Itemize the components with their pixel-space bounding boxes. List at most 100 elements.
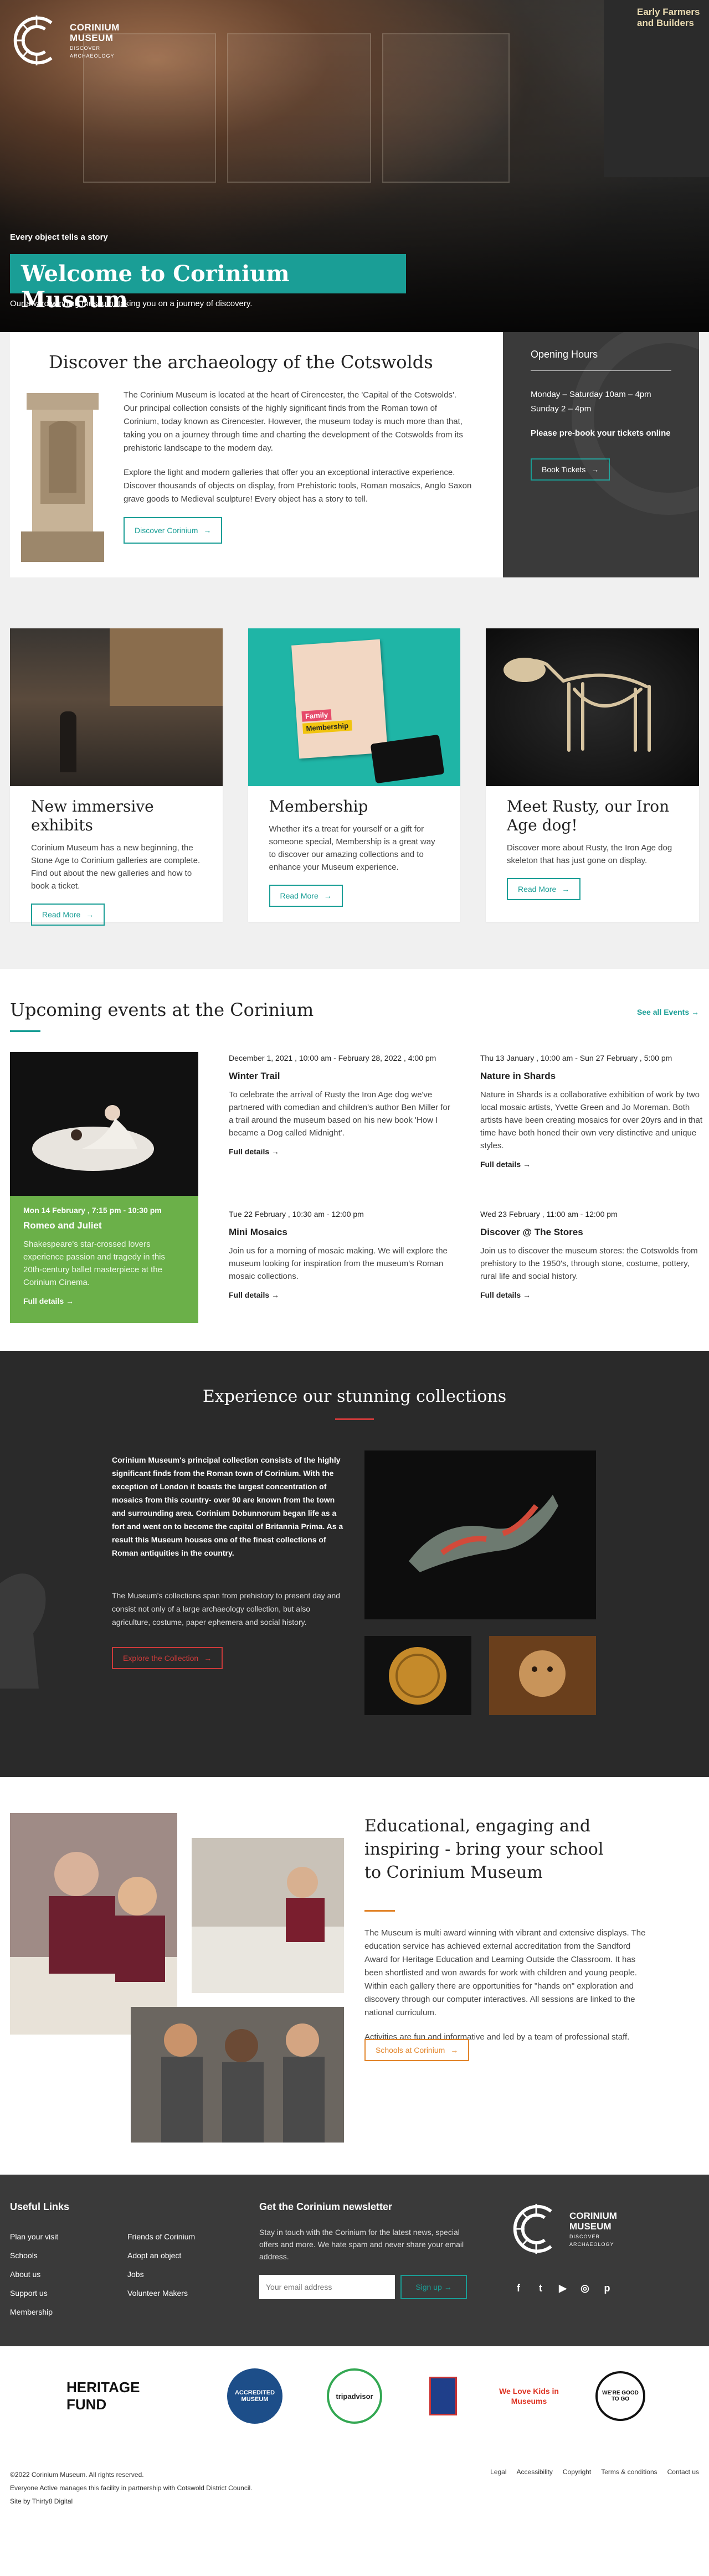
read-more-button[interactable]: Read More → [269, 885, 343, 907]
event-date: Mon 14 February , 7:15 pm - 10:30 pm [23, 1206, 162, 1215]
contact-link[interactable]: Contact us [667, 2468, 699, 2476]
event-item: Tue 22 February , 10:30 am - 12:00 pm Mi… [229, 1208, 456, 1300]
logo-tagline2: ARCHAEOLOGY [70, 53, 115, 59]
arrow-right-icon: → [444, 2283, 452, 2291]
footer-link-membership[interactable]: Membership [10, 2303, 58, 2321]
mosaic-image[interactable] [489, 1636, 596, 1715]
event-text: To celebrate the arrival of Rusty the Ir… [229, 1090, 450, 1138]
discover-corinium-button[interactable]: Discover Corinium → [124, 517, 223, 544]
display-case [382, 33, 510, 183]
logo-tagline1: DISCOVER [70, 45, 101, 51]
collections-section: Experience our stunning collections Cori… [0, 1351, 709, 1777]
site-logo[interactable]: CORINIUM MUSEUM DISCOVER ARCHAEOLOGY [10, 10, 120, 71]
footer-links-col2: Friends of Corinium Adopt an object Jobs… [127, 2227, 195, 2303]
arrow-right-icon: → [271, 1147, 280, 1156]
footer-link-about[interactable]: About us [10, 2265, 58, 2284]
arrow-right-icon: → [323, 891, 332, 900]
legal-link[interactable]: Legal [490, 2468, 506, 2476]
full-details-link[interactable]: Full details → [229, 1147, 279, 1156]
logo-name-line2: MUSEUM [70, 33, 114, 43]
exhibits-image [10, 628, 223, 786]
footer-link-support[interactable]: Support us [10, 2284, 58, 2303]
school-activity-photo [192, 1838, 344, 1993]
tripadvisor-logo: tripadvisor [321, 2368, 388, 2424]
arrow-right-icon: → [86, 910, 94, 919]
dog-skeleton-image [486, 628, 699, 786]
read-more-button[interactable]: Read More → [31, 904, 105, 926]
schools-heading: Educational, engaging and inspiring - br… [364, 1816, 604, 1882]
logo-tagline1: DISCOVER [569, 2234, 600, 2239]
copyright-link[interactable]: Copyright [563, 2468, 591, 2476]
event-title: Mini Mosaics [229, 1227, 287, 1237]
twitter-icon[interactable]: t [535, 2283, 547, 2294]
feature-text: Corinium Museum has a new beginning, the… [31, 843, 201, 891]
schools-section: Educational, engaging and inspiring - br… [0, 1777, 709, 2175]
event-date: Tue 22 February , 10:30 am - 12:00 pm [229, 1210, 364, 1219]
event-title: Winter Trail [229, 1071, 280, 1081]
feature-card: New immersive exhibits Corinium Museum h… [10, 628, 223, 926]
display-case [227, 33, 371, 183]
footer-link-schools[interactable]: Schools [10, 2246, 58, 2265]
event-date: December 1, 2021 , 10:00 am - February 2… [229, 1054, 436, 1062]
event-item: Thu 13 January , 10:00 am - Sun 27 Febru… [480, 1052, 707, 1170]
brooch-image[interactable] [364, 1450, 596, 1619]
youtube-icon[interactable]: ▶ [557, 2283, 569, 2294]
newsletter-text: Stay in touch with the Corinium for the … [259, 2228, 464, 2261]
footer-link-jobs[interactable]: Jobs [127, 2265, 195, 2284]
schools-at-corinium-button[interactable]: Schools at Corinium → [364, 2039, 470, 2061]
footer-link-adopt[interactable]: Adopt an object [127, 2246, 195, 2265]
footer-logo[interactable]: CORINIUM MUSEUM DISCOVER ARCHAEOLOGY [510, 2200, 617, 2258]
feature-title: Membership [269, 797, 368, 815]
sign-up-button[interactable]: Sign up → [400, 2275, 467, 2299]
copyright-text: ©2022 Corinium Museum. All rights reserv… [10, 2471, 144, 2479]
full-details-link[interactable]: Full details → [23, 1297, 74, 1305]
corinium-logo-icon [13, 15, 53, 66]
terms-link[interactable]: Terms & conditions [601, 2468, 657, 2476]
decorative-ring [572, 332, 699, 515]
see-all-events-link[interactable]: See all Events → [637, 1008, 699, 1016]
legal-links: Legal Accessibility Copyright Terms & co… [490, 2468, 699, 2476]
feature-title: New immersive exhibits [31, 797, 154, 834]
managed-text: Everyone Active manages this facility in… [10, 2484, 253, 2492]
partner-logos: HERITAGE FUND ACCREDITED MUSEUM tripadvi… [0, 2346, 709, 2465]
logo-name-line2: MUSEUM [569, 2221, 612, 2232]
explore-collection-button[interactable]: Explore the Collection → [112, 1647, 223, 1669]
full-details-link[interactable]: Full details → [480, 1290, 531, 1299]
event-text: Join us to discover the museum stores: t… [480, 1246, 698, 1281]
newsletter-block: Get the Corinium newsletter Stay in touc… [259, 2201, 470, 2299]
read-more-button[interactable]: Read More → [507, 878, 581, 900]
intro-paragraph-2: Explore the light and modern galleries t… [124, 468, 472, 504]
arrow-right-icon: → [203, 526, 212, 535]
accessibility-link[interactable]: Accessibility [517, 2468, 553, 2476]
newsletter-email-input[interactable] [259, 2275, 395, 2299]
footer-link-volunteer[interactable]: Volunteer Makers [127, 2284, 195, 2303]
full-details-link[interactable]: Full details → [229, 1290, 279, 1299]
instagram-icon[interactable]: ◎ [579, 2283, 591, 2294]
footer-link-plan-visit[interactable]: Plan your visit [10, 2227, 58, 2246]
bottom-bar: ©2022 Corinium Museum. All rights reserv… [0, 2465, 709, 2576]
event-title: Nature in Shards [480, 1071, 556, 1081]
heading-underline [10, 1030, 40, 1032]
featured-event-card[interactable]: Mon 14 February , 7:15 pm - 10:30 pm Rom… [10, 1052, 198, 1323]
event-title: Discover @ The Stores [480, 1227, 583, 1237]
opening-hours-panel: Opening Hours Monday – Saturday 10am – 4… [503, 332, 699, 577]
intro-paragraph-1: The Corinium Museum is located at the he… [124, 390, 463, 453]
feature-card: Family Membership Membership Whether it'… [248, 628, 460, 922]
arrow-right-icon: → [204, 1654, 212, 1663]
events-heading: Upcoming events at the Corinium [10, 999, 314, 1020]
school-children-photo [10, 1813, 177, 2035]
footer-link-friends[interactable]: Friends of Corinium [127, 2227, 195, 2246]
site-footer: Useful Links Plan your visit Schools Abo… [0, 2175, 709, 2346]
pinterest-icon[interactable]: p [601, 2283, 613, 2294]
feature-text: Discover more about Rusty, the Iron Age … [507, 843, 672, 865]
event-date: Wed 23 February , 11:00 am - 12:00 pm [480, 1210, 618, 1219]
heading-underline [335, 1418, 374, 1420]
accredited-museum-logo: ACCREDITED MUSEUM [222, 2368, 288, 2424]
facebook-icon[interactable]: f [512, 2283, 525, 2294]
newsletter-title: Get the Corinium newsletter [259, 2201, 393, 2212]
gallery-sign: Early Farmers and Builders [604, 0, 709, 177]
collections-lead: Corinium Museum's principal collection c… [112, 1455, 343, 1557]
coin-image[interactable] [364, 1636, 471, 1715]
collections-heading: Experience our stunning collections [202, 1387, 507, 1406]
full-details-link[interactable]: Full details → [480, 1160, 531, 1169]
